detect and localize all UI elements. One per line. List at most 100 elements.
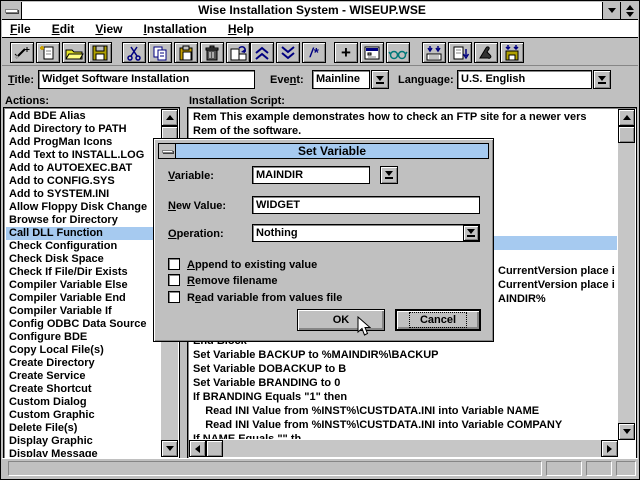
script-line[interactable]: Set Variable DOBACKUP to B [193,362,617,376]
action-item[interactable]: Delete File(s) [6,422,160,435]
find-button[interactable] [386,42,410,63]
action-item[interactable]: Compiler Variable If [6,305,160,318]
menu-file[interactable]: File [10,22,31,36]
action-item[interactable]: Add Text to INSTALL.LOG [6,149,160,162]
read-variable-checkbox[interactable] [168,291,180,303]
cancel-button[interactable]: Cancel [395,309,481,331]
read-variable-checkbox-row[interactable]: Read variable from values file [168,288,342,306]
action-item[interactable]: Configure BDE [6,331,160,344]
remove-filename-checkbox[interactable] [168,274,180,286]
comment-button[interactable]: /* [302,42,326,63]
control-menu-button[interactable] [2,2,22,19]
action-item[interactable]: Display Message [6,448,160,457]
scroll-up-button[interactable] [618,109,635,126]
replace-button[interactable] [226,42,250,63]
ok-button[interactable]: OK [297,309,385,331]
scroll-down-button[interactable] [161,440,178,457]
save-script-button[interactable] [88,42,112,63]
action-item[interactable]: Allow Floppy Disk Change [6,201,160,214]
action-item[interactable]: Add to AUTOEXEC.BAT [6,162,160,175]
action-item[interactable]: Config ODBC Data Source [6,318,160,331]
scroll-up-button[interactable] [161,109,178,126]
menu-help[interactable]: Help [228,22,254,36]
action-item[interactable]: Browse for Directory [6,214,160,227]
action-item[interactable]: Create Shortcut [6,383,160,396]
script-line[interactable]: Rem of the software. [193,124,617,138]
scroll-right-button[interactable] [601,440,618,457]
menu-view[interactable]: View [95,22,122,36]
operation-dropdown-button[interactable] [463,225,479,241]
wizard-button[interactable] [10,42,34,63]
script-line[interactable]: If NAME Equals "" th [193,432,617,439]
run-button[interactable] [422,42,446,63]
script-vertical-scrollbar[interactable] [618,109,635,440]
language-select[interactable]: U.S. English [457,70,592,89]
action-item[interactable]: Compiler Variable Else [6,279,160,292]
action-item[interactable]: Copy Local File(s) [6,344,160,357]
test-connection-button[interactable] [474,42,498,63]
open-script-button[interactable] [62,42,86,63]
action-item[interactable]: Add to SYSTEM.INI [6,188,160,201]
scrollbar-thumb[interactable] [206,440,223,457]
delete-button[interactable] [200,42,224,63]
dialog-titlebar[interactable]: Set Variable [158,143,489,159]
menu-installation[interactable]: Installation [144,22,207,36]
cut-button[interactable] [122,42,146,63]
collapse-button[interactable] [250,42,274,63]
action-item[interactable]: Check If File/Dir Exists [6,266,160,279]
menu-edit[interactable]: Edit [52,22,75,36]
action-item[interactable]: Compiler Variable End [6,292,160,305]
run-script-button[interactable] [448,42,472,63]
language-dropdown-button[interactable] [593,70,611,89]
new-value-label: New Value: [168,200,227,212]
dialog-control-menu-button[interactable] [158,144,176,158]
paste-button[interactable] [174,42,198,63]
arrow-left-icon [195,444,200,453]
script-line[interactable]: Read INI Value from %INST%\CUSTDATA.INI … [193,404,617,418]
action-item[interactable]: Custom Graphic [6,409,160,422]
compile-button[interactable] [500,42,524,63]
script-line[interactable]: CurrentVersion place i [498,264,617,278]
script-horizontal-scrollbar[interactable] [189,440,618,457]
event-select[interactable]: Mainline [312,70,370,89]
action-item[interactable]: Display Graphic [6,435,160,448]
action-item[interactable]: Check Configuration [6,240,160,253]
script-line[interactable]: AINDIR% [498,292,617,306]
action-item[interactable]: Create Service [6,370,160,383]
script-line[interactable]: CurrentVersion place i [498,278,617,292]
action-item[interactable]: Add Directory to PATH [6,123,160,136]
action-item[interactable]: Add ProgMan Icons [6,136,160,149]
remove-filename-checkbox-row[interactable]: Remove filename [168,271,278,289]
restore-button[interactable] [620,2,638,19]
action-item[interactable]: Add to CONFIG.SYS [6,175,160,188]
add-action-button[interactable]: + [334,42,358,63]
variable-dropdown-button[interactable] [380,166,398,184]
script-line[interactable]: Rem This example demonstrates how to che… [193,110,617,124]
scroll-down-button[interactable] [618,423,635,440]
action-item[interactable]: Create Directory [6,357,160,370]
action-item[interactable]: Custom Dialog [6,396,160,409]
new-value-input[interactable]: WIDGET [252,196,480,214]
append-checkbox[interactable] [168,258,180,270]
scroll-left-button[interactable] [189,440,206,457]
minimize-button[interactable] [602,2,620,19]
wand-icon [14,46,30,59]
dialog-editor-button[interactable] [360,42,384,63]
scrollbar-thumb[interactable] [618,126,635,143]
status-bar [2,458,638,478]
event-dropdown-button[interactable] [371,70,389,89]
copy-button[interactable] [148,42,172,63]
new-script-button[interactable] [36,42,60,63]
script-line[interactable]: Set Variable BACKUP to %MAINDIR%\BACKUP [193,348,617,362]
variable-input[interactable]: MAINDIR [252,166,370,184]
action-item[interactable]: Check Disk Space [6,253,160,266]
expand-button[interactable] [276,42,300,63]
script-line[interactable]: Read INI Value from %INST%\CUSTDATA.INI … [193,418,617,432]
script-line[interactable]: If BRANDING Equals "1" then [193,390,617,404]
control-menu-icon [161,149,173,153]
title-input[interactable]: Widget Software Installation [38,70,255,89]
action-item-selected[interactable]: Call DLL Function [6,227,160,240]
operation-select[interactable]: Nothing [252,224,480,242]
script-line[interactable]: Set Variable BRANDING to 0 [193,376,617,390]
action-item[interactable]: Add BDE Alias [6,110,160,123]
